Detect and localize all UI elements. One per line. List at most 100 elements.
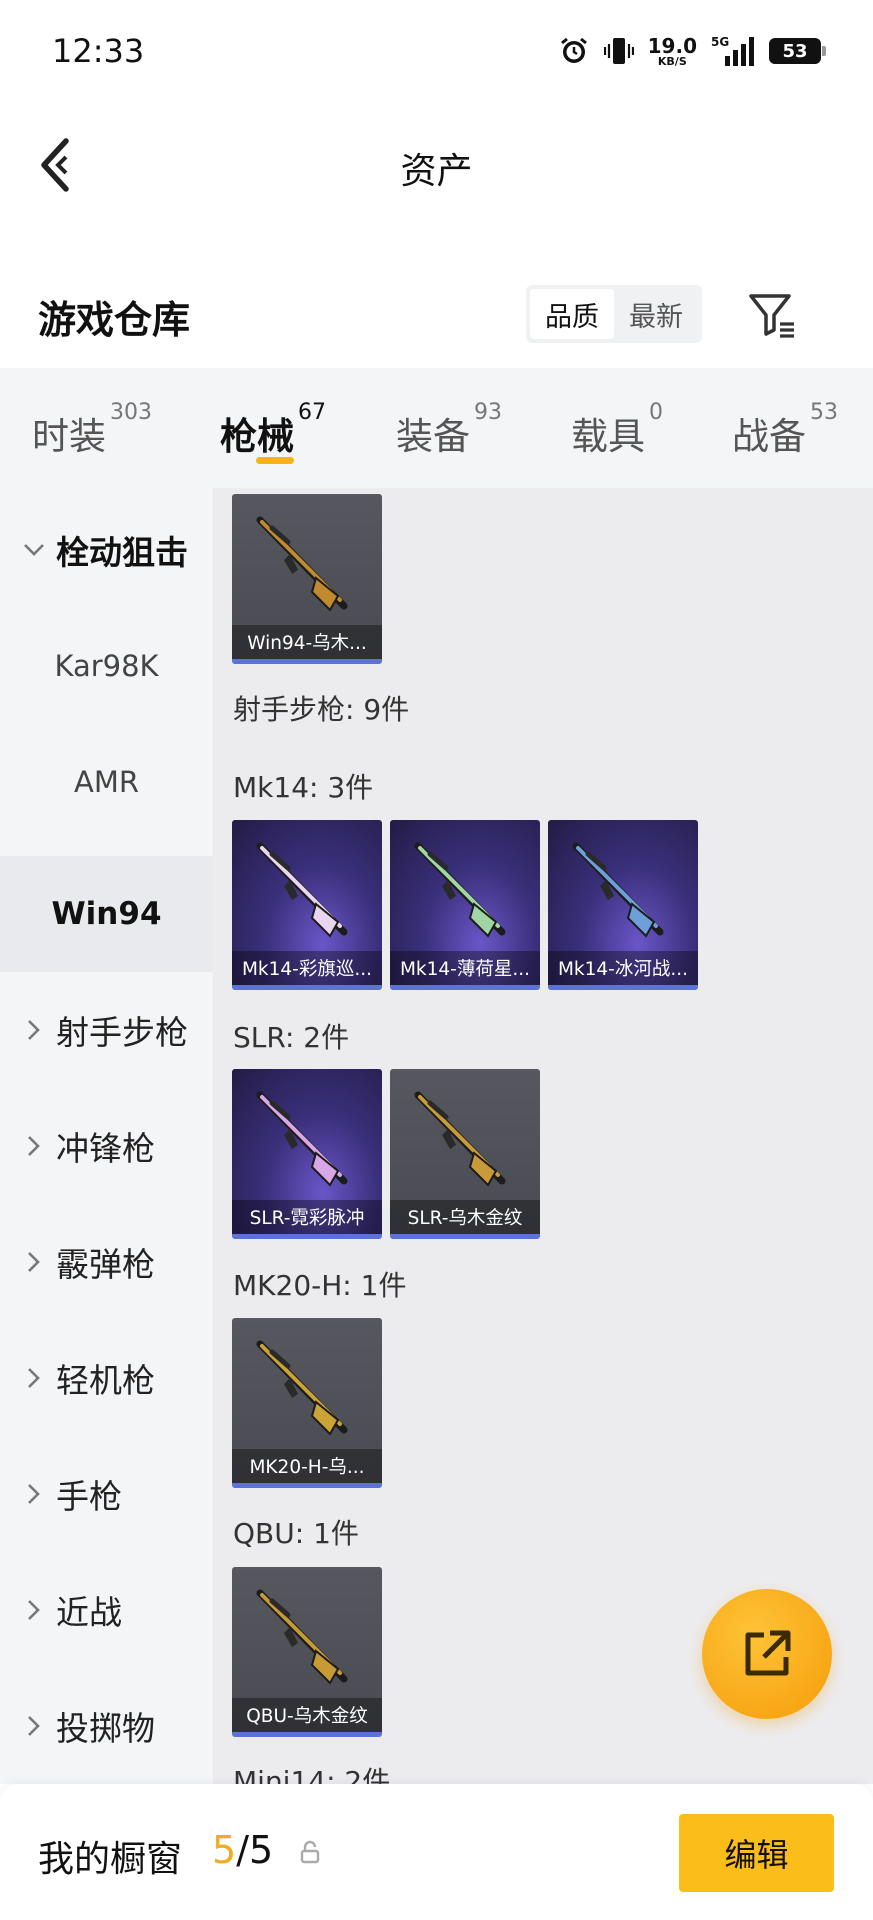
tab-vehicles[interactable]: 载具0 xyxy=(571,400,663,460)
chevron-right-icon xyxy=(20,1132,48,1160)
sidebar-item-kar98k[interactable]: Kar98K xyxy=(0,608,213,724)
chevron-right-icon xyxy=(20,1596,48,1624)
chevron-right-icon xyxy=(20,1480,48,1508)
sidebar-item-pistol[interactable]: 手枪 xyxy=(0,1436,213,1552)
edit-button[interactable]: 编辑 xyxy=(679,1814,834,1892)
lock-icon xyxy=(300,1840,320,1864)
tab-supplies[interactable]: 战备53 xyxy=(732,400,838,460)
sidebar-item-label: 射手步枪 xyxy=(56,1013,188,1052)
status-icons: 19.0 KB/S 5G 53 xyxy=(558,32,826,70)
net-speed-unit: KB/S xyxy=(657,54,687,68)
sidebar-item-shotgun[interactable]: 霰弹枪 xyxy=(0,1204,213,1320)
sidebar-item-label: 手枪 xyxy=(56,1477,122,1516)
sidebar-item-dmr[interactable]: 射手步枪 xyxy=(0,972,213,1088)
item-card[interactable]: MK20-H-乌... xyxy=(232,1318,382,1488)
rifle-body xyxy=(256,516,348,612)
rifle-icon xyxy=(572,842,664,938)
group-label: Mk14: 3件 xyxy=(233,771,374,804)
group-label: MK20-H: 1件 xyxy=(233,1269,407,1302)
showcase-count-current: 5 xyxy=(212,1828,237,1872)
showcase-count-separator: / xyxy=(236,1828,249,1872)
showcase-bar: 我的橱窗 5/5 编辑 xyxy=(0,1784,873,1920)
filter-icon xyxy=(749,294,794,338)
item-card[interactable]: SLR-乌木金纹 xyxy=(390,1069,540,1239)
showcase-label: 我的橱窗 xyxy=(38,1839,183,1880)
sidebar-item-throwable[interactable]: 投掷物 xyxy=(0,1668,213,1784)
rifle-body xyxy=(256,842,348,938)
tab-label: 装备 xyxy=(396,415,470,458)
rifle-icon xyxy=(414,842,506,938)
chevron-right-icon xyxy=(20,1248,48,1276)
share-fab-button[interactable] xyxy=(702,1589,832,1719)
nav-header: 资产 xyxy=(0,100,873,230)
item-name: QBU-乌木金纹 xyxy=(232,1698,382,1732)
sidebar-item-label: 近战 xyxy=(56,1593,122,1632)
status-bar: 12:33 19.0 KB/S 5G 53 xyxy=(0,0,873,100)
group-label: 射手步枪: 9件 xyxy=(233,693,410,726)
item-card[interactable]: Win94-乌木... xyxy=(232,494,382,664)
sidebar-item-label: 栓动狙击 xyxy=(56,533,188,572)
tab-label: 战备 xyxy=(732,415,806,458)
sort-toggle: 品质 最新 xyxy=(526,285,702,343)
tab-count: 67 xyxy=(298,400,326,425)
chevron-right-icon xyxy=(20,1712,48,1740)
item-card[interactable]: Mk14-薄荷星... xyxy=(390,820,540,990)
status-time: 12:33 xyxy=(52,32,145,70)
item-name: Mk14-薄荷星... xyxy=(390,951,540,985)
item-card[interactable]: Mk14-彩旗巡... xyxy=(232,820,382,990)
item-card[interactable]: SLR-霓彩脉冲 xyxy=(232,1069,382,1239)
sort-quality-option[interactable]: 品质 xyxy=(530,289,614,339)
filter-button[interactable] xyxy=(744,287,800,343)
item-name: MK20-H-乌... xyxy=(232,1449,382,1483)
item-name: Win94-乌木... xyxy=(232,625,382,659)
rifle-body xyxy=(256,1091,348,1187)
warehouse-title: 游戏仓库 xyxy=(38,298,191,342)
warehouse-header: 游戏仓库 品质 最新 xyxy=(0,265,873,365)
svg-text:5G: 5G xyxy=(711,35,729,49)
rifle-icon xyxy=(256,1091,348,1187)
sidebar-item-lmg[interactable]: 轻机枪 xyxy=(0,1320,213,1436)
sidebar-item-win94[interactable]: Win94 xyxy=(0,856,213,972)
rifle-body xyxy=(414,1091,506,1187)
tab-guns[interactable]: 枪械67 xyxy=(220,400,326,460)
showcase-count-total: 5 xyxy=(249,1828,274,1872)
item-card[interactable]: Mk14-冰河战... xyxy=(548,820,698,990)
category-tabs: 时装303 枪械67 装备93 载具0 战备53 xyxy=(0,368,873,488)
signal-icon: 5G xyxy=(711,34,755,68)
active-tab-indicator xyxy=(256,457,294,464)
alarm-icon xyxy=(558,35,590,67)
sidebar-item-smg[interactable]: 冲锋枪 xyxy=(0,1088,213,1204)
sidebar-item-label: 霰弹枪 xyxy=(56,1245,155,1284)
sidebar-item-amr[interactable]: AMR xyxy=(0,724,213,840)
tab-count: 303 xyxy=(110,400,152,425)
sort-newest-option[interactable]: 最新 xyxy=(614,289,698,339)
rifle-body xyxy=(256,1340,348,1436)
rifle-icon xyxy=(256,1340,348,1436)
group-label: QBU: 1件 xyxy=(233,1517,359,1550)
showcase-count: 5/5 xyxy=(212,1828,273,1872)
item-name: Mk14-冰河战... xyxy=(548,951,698,985)
sidebar-item-melee[interactable]: 近战 xyxy=(0,1552,213,1668)
net-speed: 19.0 KB/S xyxy=(648,36,697,67)
chevron-down-icon xyxy=(20,536,48,564)
sidebar-item-label: 轻机枪 xyxy=(56,1361,155,1400)
sidebar-item-label: 冲锋枪 xyxy=(56,1129,155,1168)
group-label: Mini14: 2件 xyxy=(233,1765,391,1784)
rifle-body xyxy=(572,842,664,938)
item-card[interactable]: QBU-乌木金纹 xyxy=(232,1567,382,1737)
tab-label: 枪械 xyxy=(220,415,294,458)
rifle-icon xyxy=(256,842,348,938)
group-label: SLR: 2件 xyxy=(233,1021,350,1054)
tab-label: 载具 xyxy=(571,415,645,458)
rifle-icon xyxy=(414,1091,506,1187)
sidebar-item-bolt-action[interactable]: 栓动狙击 xyxy=(0,492,213,608)
rifle-icon xyxy=(256,1589,348,1685)
tab-equipment[interactable]: 装备93 xyxy=(396,400,502,460)
tab-count: 53 xyxy=(810,400,838,425)
tab-fashion[interactable]: 时装303 xyxy=(32,400,152,460)
item-name: SLR-乌木金纹 xyxy=(390,1200,540,1234)
weapon-type-sidebar: 栓动狙击 Kar98K AMR Win94 射手步枪 冲锋枪 霰弹枪 轻机枪 手… xyxy=(0,488,213,1784)
tab-count: 0 xyxy=(649,400,663,425)
item-name: SLR-霓彩脉冲 xyxy=(232,1200,382,1234)
rifle-body xyxy=(256,1589,348,1685)
